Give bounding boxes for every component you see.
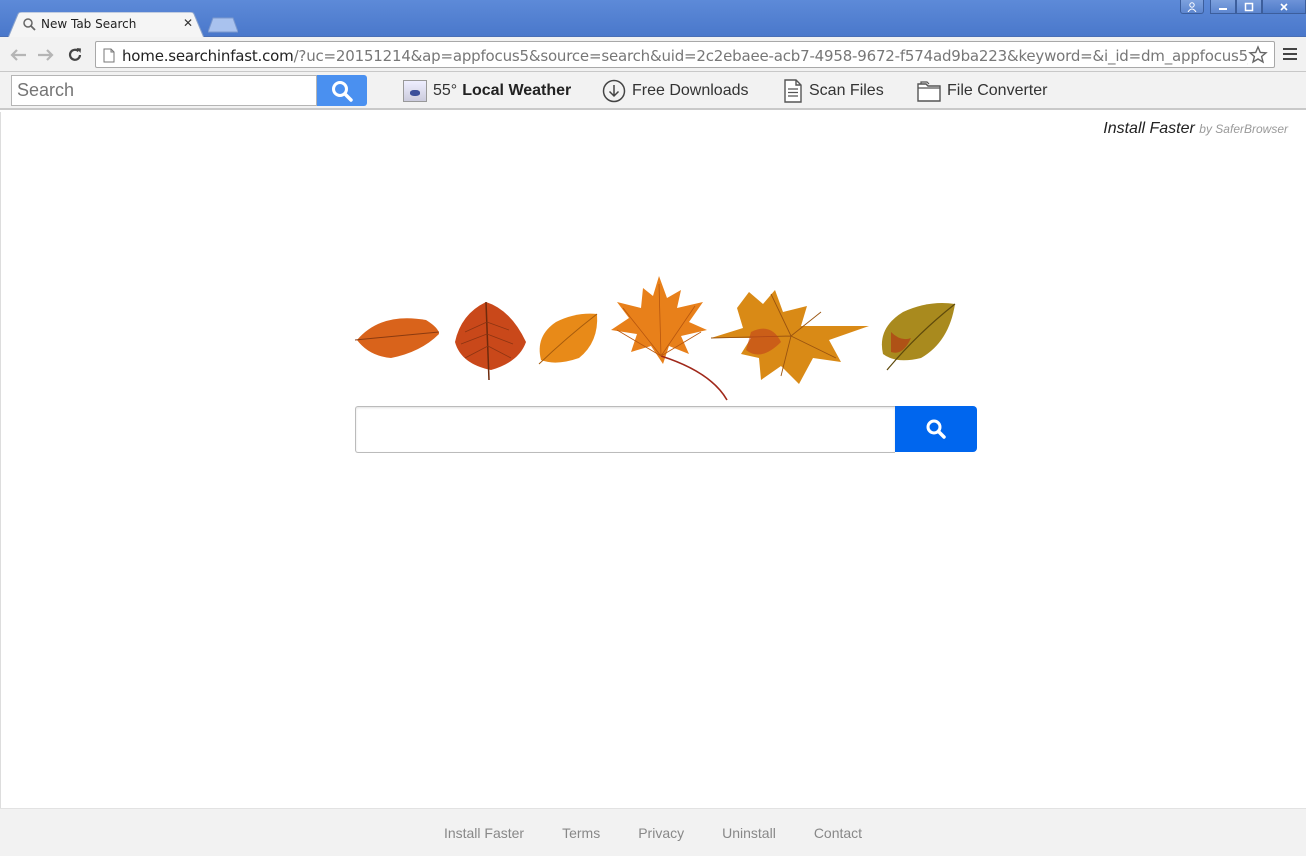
main-search-input[interactable] xyxy=(355,406,895,453)
page-icon xyxy=(103,48,115,63)
weather-icon xyxy=(403,80,427,102)
tab-close-icon[interactable]: ✕ xyxy=(183,16,193,30)
file-converter-label: File Converter xyxy=(947,82,1048,99)
footer-link-terms[interactable]: Terms xyxy=(562,825,600,841)
arrow-left-icon xyxy=(10,49,26,61)
install-faster-promo[interactable]: Install Faster by SaferBrowser xyxy=(1103,120,1288,138)
promo-byline: by SaferBrowser xyxy=(1199,122,1288,136)
leaf-3 xyxy=(538,313,598,365)
footer: Install Faster Terms Privacy Uninstall C… xyxy=(0,808,1306,856)
footer-link-install-faster[interactable]: Install Faster xyxy=(444,825,524,841)
footer-link-contact[interactable]: Contact xyxy=(814,825,862,841)
download-icon xyxy=(602,79,626,103)
reload-button[interactable] xyxy=(65,45,85,65)
free-downloads-link[interactable]: Free Downloads xyxy=(602,79,749,103)
profile-icon[interactable] xyxy=(1180,0,1204,14)
search-icon xyxy=(926,419,946,439)
menu-icon[interactable] xyxy=(1282,46,1298,62)
document-icon xyxy=(784,79,802,103)
page-content: Install Faster by SaferBrowser xyxy=(0,112,1306,808)
tab-title: New Tab Search xyxy=(41,17,137,31)
reload-icon xyxy=(68,48,82,61)
url-text[interactable]: home.searchinfast.com/?uc=20151214&ap=ap… xyxy=(122,47,1248,65)
bookmark-star-icon[interactable] xyxy=(1248,45,1268,65)
toolbar-search-input[interactable] xyxy=(11,75,317,106)
footer-link-uninstall[interactable]: Uninstall xyxy=(722,825,776,841)
search-icon xyxy=(23,18,36,31)
search-icon xyxy=(332,80,353,102)
folder-icon xyxy=(917,81,941,102)
toolbar-search-button[interactable] xyxy=(317,75,367,106)
autumn-leaves-logo xyxy=(354,276,956,401)
leaf-2 xyxy=(455,301,526,381)
footer-link-privacy[interactable]: Privacy xyxy=(638,825,684,841)
address-bar[interactable]: home.searchinfast.com/?uc=20151214&ap=ap… xyxy=(95,41,1275,68)
close-button[interactable] xyxy=(1262,0,1306,14)
back-button[interactable] xyxy=(8,45,28,65)
weather-temp: 55° xyxy=(433,82,458,99)
scan-files-link[interactable]: Scan Files xyxy=(783,79,884,103)
minimize-button[interactable] xyxy=(1210,0,1236,14)
forward-button[interactable] xyxy=(36,45,56,65)
file-converter-link[interactable]: File Converter xyxy=(917,79,1047,103)
leaf-1 xyxy=(354,318,440,358)
extension-toolbar: 55° Local Weather Free Downloads Scan Fi… xyxy=(0,72,1306,110)
title-bar: New Tab Search ✕ xyxy=(0,0,1306,38)
new-tab-button[interactable] xyxy=(208,17,238,33)
main-search-button[interactable] xyxy=(895,406,977,452)
promo-title: Install Faster xyxy=(1103,120,1195,137)
leaf-5 xyxy=(710,290,869,384)
leaf-6 xyxy=(881,303,956,371)
local-weather-link[interactable]: 55° Local Weather xyxy=(403,79,571,103)
leaf-4 xyxy=(611,276,728,401)
maximize-button[interactable] xyxy=(1236,0,1262,14)
arrow-right-icon xyxy=(38,49,54,61)
scan-files-label: Scan Files xyxy=(809,82,884,99)
browser-toolbar: home.searchinfast.com/?uc=20151214&ap=ap… xyxy=(0,37,1306,72)
weather-label: Local Weather xyxy=(462,82,572,99)
free-downloads-label: Free Downloads xyxy=(632,82,749,99)
